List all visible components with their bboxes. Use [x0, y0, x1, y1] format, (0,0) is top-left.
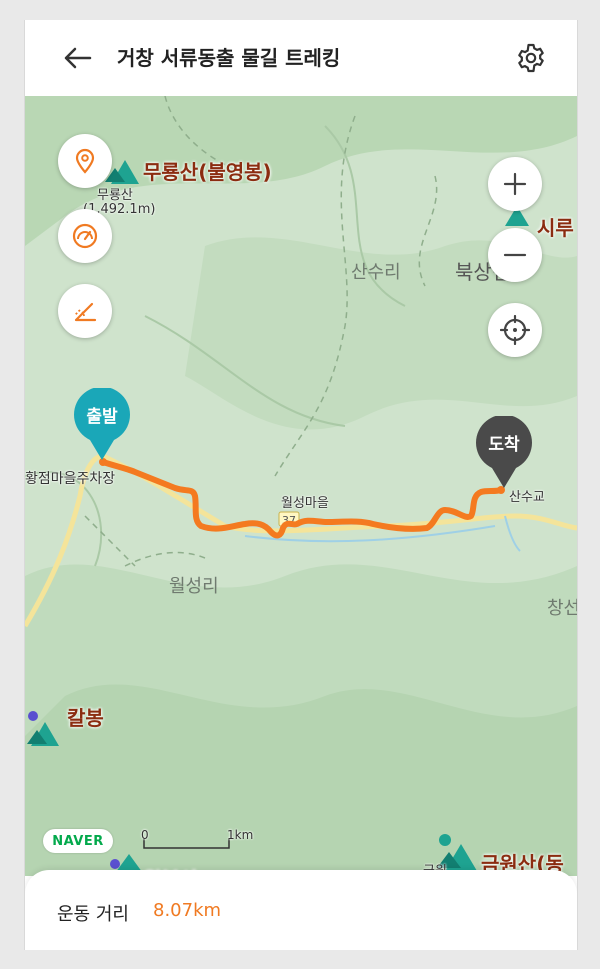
- zoom-out-button[interactable]: [488, 228, 542, 282]
- parking-label: 황점마을주차장: [25, 471, 116, 487]
- village-label-sansuri: 산수리: [351, 262, 401, 283]
- village-label-wolseongri: 월성리: [169, 576, 219, 597]
- map-view[interactable]: 37 무룡산(불영봉) 무룡산 (1,492.1m) 시루 산수리 북상면 월성…: [25, 96, 578, 892]
- scale-start: 0: [141, 828, 149, 842]
- slope-button[interactable]: [58, 284, 112, 338]
- peak-label-partial: 시루: [537, 216, 574, 240]
- peak-label-kalbong: 칼봉: [67, 706, 104, 730]
- scale-end: 1km: [227, 828, 254, 842]
- zoom-in-icon: [503, 172, 527, 196]
- distance-value: 8.07km: [153, 900, 222, 921]
- header: 거창 서류동출 물길 트레킹: [25, 20, 577, 96]
- peak-sublabel: 무룡산: [97, 188, 133, 203]
- summary-panel: 운동 거리 8.07km: [25, 870, 577, 950]
- naver-logo: NAVER: [43, 829, 113, 853]
- gear-icon: [518, 43, 544, 73]
- zoom-out-icon: [503, 253, 527, 257]
- page-title: 거창 서류동출 물길 트레킹: [117, 46, 341, 70]
- crosshair-icon: [500, 315, 530, 345]
- slope-icon: [74, 302, 97, 322]
- start-marker[interactable]: 출발: [72, 386, 132, 462]
- peak-label-mureongsan: 무룡산(불영봉): [143, 160, 272, 184]
- distance-label: 운동 거리: [57, 904, 129, 925]
- end-label: 도착: [488, 435, 520, 455]
- speedometer-icon: [72, 223, 98, 249]
- my-location-button[interactable]: [488, 303, 542, 357]
- back-button[interactable]: [59, 40, 95, 76]
- village-label-changsan: 창선: [547, 598, 578, 619]
- zoom-in-button[interactable]: [488, 157, 542, 211]
- location-button[interactable]: [58, 134, 112, 188]
- scale-bar: [143, 839, 230, 849]
- speed-button[interactable]: [58, 209, 112, 263]
- village-label-wolseong: 월성마을: [281, 496, 329, 511]
- map-scale: 0 1km: [141, 828, 253, 850]
- settings-button[interactable]: [513, 40, 549, 76]
- end-marker[interactable]: 도착: [474, 414, 534, 490]
- app-frame: 거창 서류동출 물길 트레킹 37 무룡산(불영봉) 무룡산 (1,492.1m…: [24, 20, 578, 950]
- start-label: 출발: [86, 407, 118, 427]
- location-pin-icon: [75, 148, 95, 174]
- arrow-left-icon: [64, 47, 92, 69]
